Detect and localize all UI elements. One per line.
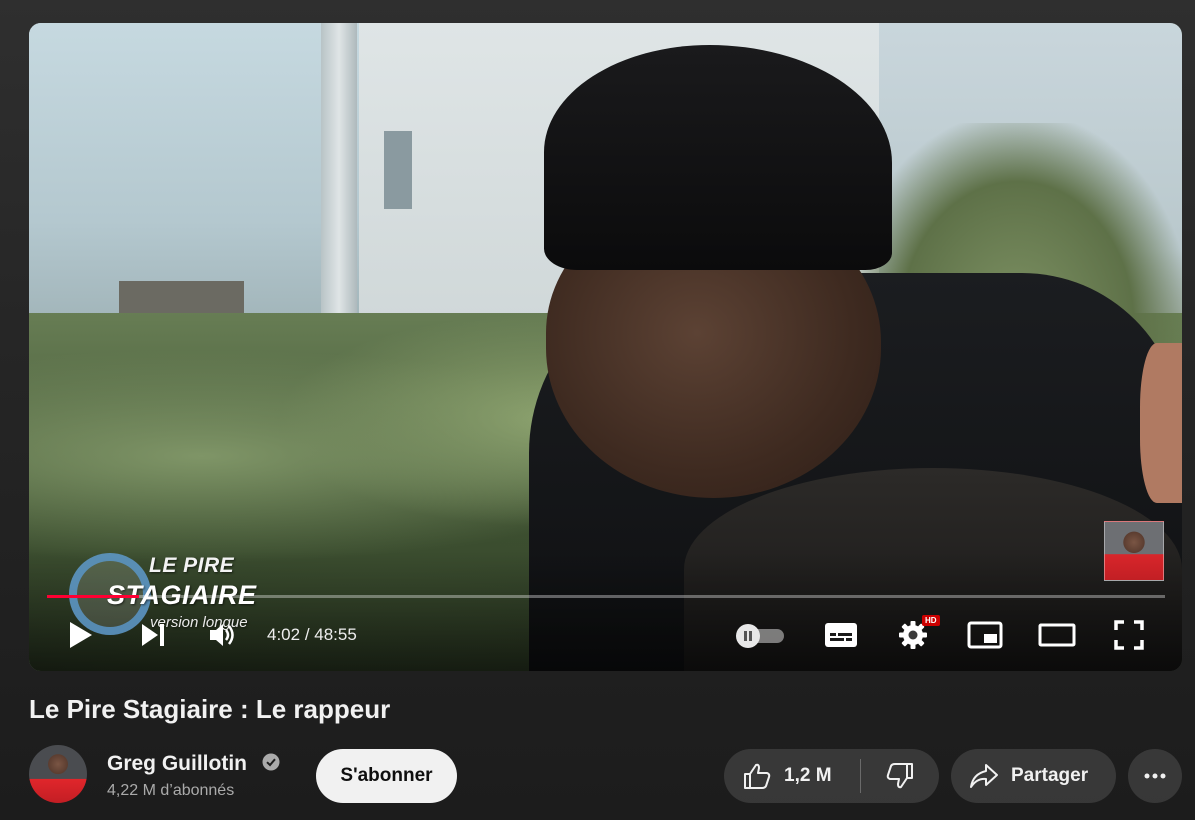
miniplayer-button[interactable] xyxy=(961,611,1009,659)
like-dislike-group: 1,2 M xyxy=(724,749,939,803)
progress-played xyxy=(47,595,140,598)
subscriber-count: 4,22 M d’abonnés xyxy=(107,782,235,799)
share-label: Partager xyxy=(1011,765,1089,786)
volume-button[interactable] xyxy=(199,611,247,659)
play-icon xyxy=(70,622,92,648)
progress-bar[interactable] xyxy=(47,595,1165,598)
channel-watermark[interactable] xyxy=(1104,521,1164,581)
video-frame-side-person xyxy=(1140,343,1182,503)
next-icon xyxy=(142,624,164,646)
subtitles-icon xyxy=(825,623,857,647)
video-title: Le Pire Stagiaire : Le rappeur xyxy=(29,694,391,724)
theater-mode-button[interactable] xyxy=(1033,611,1081,659)
duration: 48:55 xyxy=(314,625,357,644)
like-button[interactable]: 1,2 M xyxy=(724,749,860,803)
video-player[interactable]: LE PIRE STAGIAIRE version longue 4:02 / … xyxy=(29,23,1182,671)
verified-icon xyxy=(262,753,280,771)
channel-name[interactable]: Greg Guillotin xyxy=(107,752,247,776)
player-controls: 4:02 / 48:55 HD xyxy=(29,611,1182,659)
share-icon xyxy=(970,764,998,788)
pause-icon xyxy=(744,631,752,641)
share-button[interactable]: Partager xyxy=(951,749,1116,803)
autoplay-toggle[interactable] xyxy=(736,624,786,648)
logo-line-1: LE PIRE xyxy=(149,554,235,577)
fullscreen-icon xyxy=(1114,620,1144,650)
time-separator: / xyxy=(300,625,315,644)
theater-icon xyxy=(1038,623,1076,647)
time-display: 4:02 / 48:55 xyxy=(267,625,357,645)
video-frame-window xyxy=(384,131,412,209)
fullscreen-button[interactable] xyxy=(1105,611,1153,659)
subscribe-button[interactable]: S'abonner xyxy=(316,749,457,803)
miniplayer-icon xyxy=(967,621,1003,649)
dislike-button[interactable] xyxy=(861,749,939,803)
channel-avatar[interactable] xyxy=(29,745,87,803)
thumbs-up-icon xyxy=(744,763,771,789)
play-button[interactable] xyxy=(57,611,105,659)
thumbs-down-icon xyxy=(886,763,913,789)
next-button[interactable] xyxy=(129,611,177,659)
subtitles-button[interactable] xyxy=(817,611,865,659)
hd-badge: HD xyxy=(922,615,940,626)
autoplay-knob xyxy=(736,624,760,648)
more-actions-button[interactable] xyxy=(1128,749,1182,803)
volume-icon xyxy=(210,624,234,646)
current-time: 4:02 xyxy=(267,625,301,644)
like-count: 1,2 M xyxy=(784,765,832,786)
more-icon xyxy=(1144,773,1166,779)
